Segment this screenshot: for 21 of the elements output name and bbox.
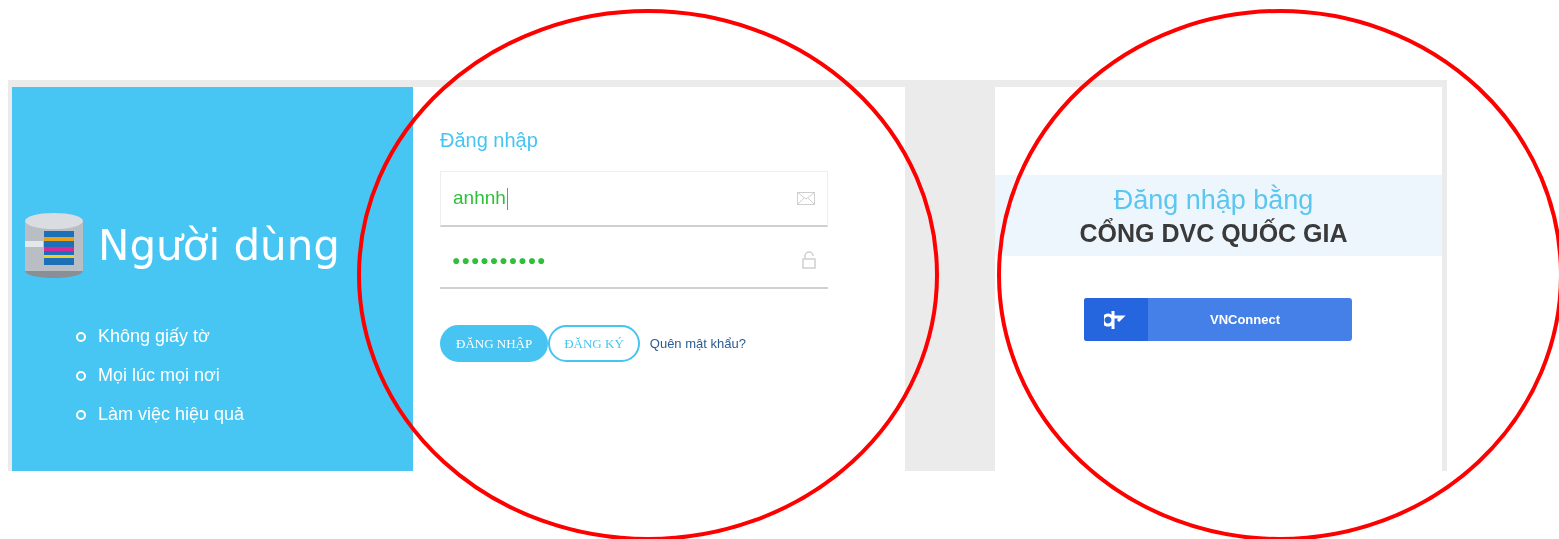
text-cursor [506, 187, 508, 210]
mail-icon [797, 192, 815, 205]
email-field[interactable]: anhnh [440, 171, 828, 227]
login-button[interactable]: ĐĂNG NHẬP [440, 325, 549, 362]
vnconnect-button[interactable]: VNConnect [1084, 298, 1352, 341]
register-button[interactable]: ĐĂNG KÝ [548, 325, 640, 362]
feature-text: Làm việc hiệu quả [98, 403, 245, 426]
portal-title: Đăng nhập bằng [1113, 183, 1314, 217]
portal-subtitle: CỔNG DVC QUỐC GIA [1079, 217, 1348, 249]
bullet-icon [76, 370, 86, 381]
database-icon [24, 211, 84, 279]
vnconnect-logo-icon [1084, 298, 1148, 341]
brand-title: Người dùng [98, 219, 340, 272]
bullet-icon [76, 409, 86, 420]
forgot-password-link[interactable]: Quên mật khẩu? [649, 333, 746, 354]
bullet-icon [76, 331, 86, 342]
lock-icon [802, 251, 816, 269]
password-field[interactable]: ●●●●●●●●●● [440, 233, 828, 289]
login-title: Đăng nhập [440, 128, 539, 153]
feature-text: Mọi lúc mọi nơi [98, 364, 220, 387]
feature-text: Không giấy tờ [98, 325, 210, 348]
